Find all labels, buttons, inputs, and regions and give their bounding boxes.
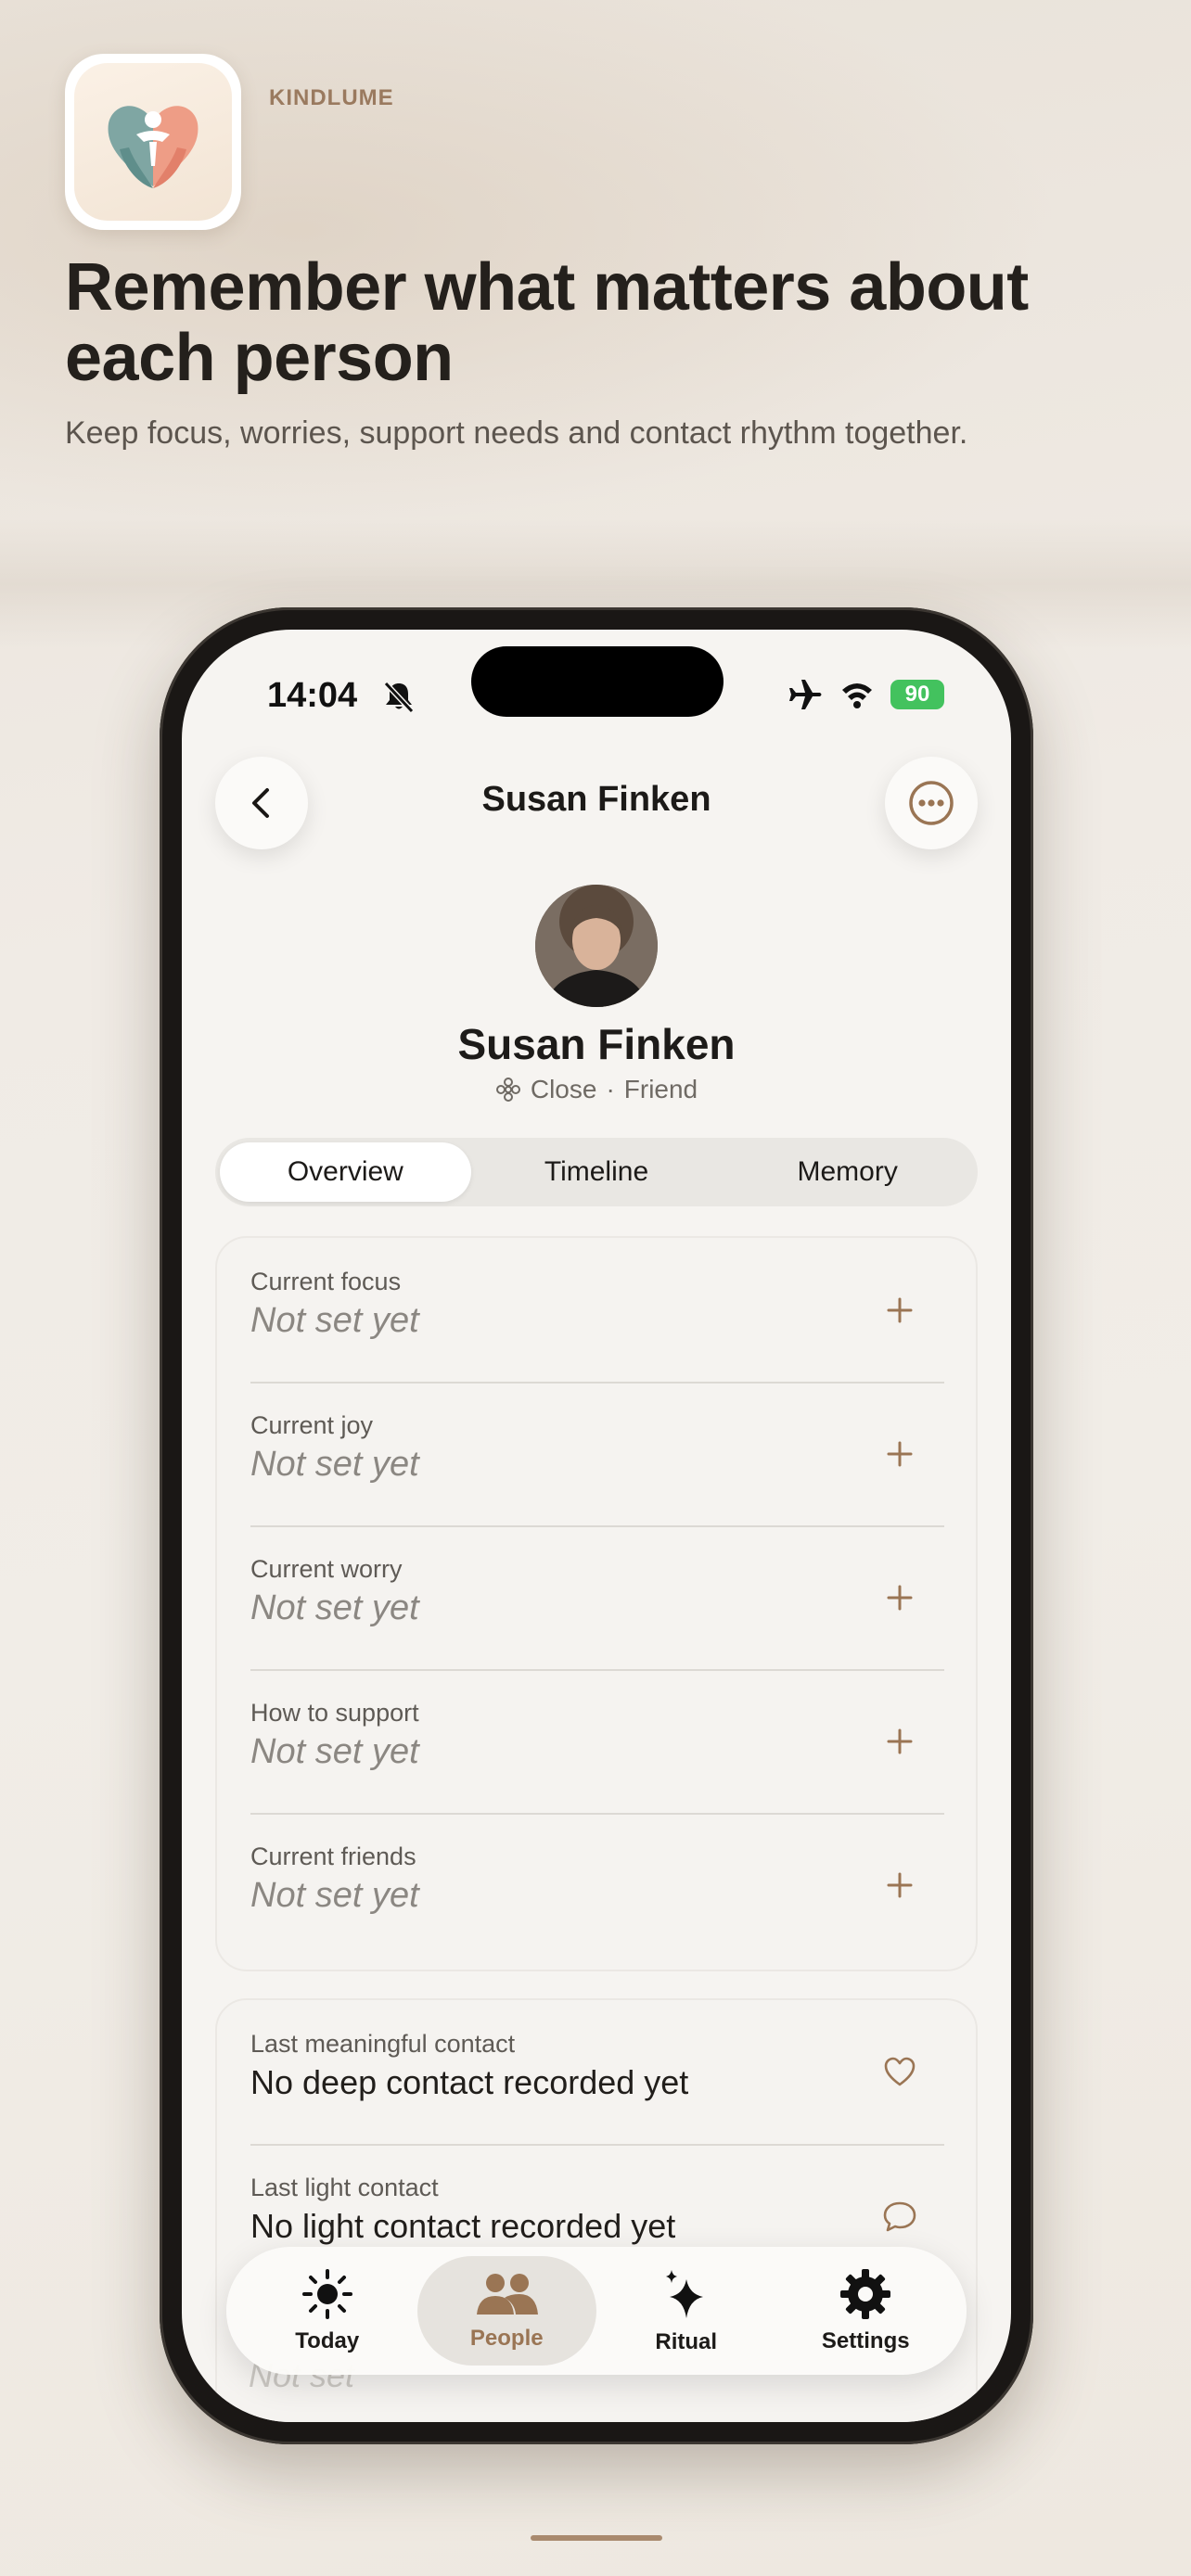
battery-indicator: 90 [890, 680, 944, 709]
profile-relation: Friend [623, 1075, 698, 1103]
profile-name: Susan Finken [457, 1020, 736, 1068]
bell-slash-icon [383, 681, 415, 714]
airplane-icon [789, 680, 822, 709]
overview-card: Current focus Not set yet Current joy No… [215, 1236, 978, 1971]
add-focus-button[interactable] [874, 1284, 926, 1336]
tab-bar: Today People Ritual Settings [226, 2247, 967, 2375]
add-support-button[interactable] [874, 1715, 926, 1767]
tabbar-label: Ritual [655, 2329, 718, 2354]
tabbar-item-people[interactable]: People [416, 2256, 596, 2366]
sparkles-icon [665, 2270, 703, 2318]
add-worry-button[interactable] [874, 1572, 926, 1624]
battery-level: 90 [904, 682, 930, 707]
profile-separator: · [606, 1075, 615, 1103]
dynamic-island [471, 646, 724, 717]
plus-icon [887, 1585, 913, 1611]
field-row-current-worry[interactable]: Current worry Not set yet [250, 1525, 944, 1669]
profile-circle: Close [530, 1075, 597, 1103]
gear-icon [840, 2269, 891, 2319]
heart-hands-logo [108, 106, 198, 188]
status-time: 14:04 [267, 676, 358, 715]
tabbar-item-settings[interactable]: Settings [776, 2256, 956, 2366]
tabbar-item-today[interactable]: Today [237, 2256, 417, 2366]
wifi-icon [842, 683, 872, 708]
avatar [535, 885, 658, 1007]
tabbar-label: Settings [821, 2328, 910, 2353]
log-light-contact-button[interactable] [874, 2190, 926, 2242]
avatar-photo [535, 885, 658, 1007]
field-label: Current focus [250, 1268, 402, 1295]
field-value: Not set yet [250, 1732, 419, 1771]
sun-icon [301, 2269, 352, 2319]
field-row-how-to-support[interactable]: How to support Not set yet [250, 1669, 944, 1813]
home-indicator [531, 2535, 662, 2541]
field-value: No deep contact recorded yet [250, 2063, 689, 2101]
brand-name: KINDLUME [269, 85, 394, 110]
flower-icon [495, 1078, 520, 1102]
chat-bubble-icon [883, 2201, 916, 2232]
people-icon [477, 2274, 539, 2315]
subheadline: Keep focus, worries, support needs and c… [65, 415, 968, 451]
headline: Remember what matters about each person [65, 250, 1029, 395]
tab-overview[interactable]: Overview [220, 1142, 471, 1202]
field-row-current-joy[interactable]: Current joy Not set yet [250, 1382, 944, 1525]
plus-icon [887, 1441, 913, 1467]
plus-icon [887, 1297, 913, 1323]
app-icon [65, 54, 241, 230]
field-label: Last meaningful contact [250, 2030, 516, 2058]
profile-meta: Close · Friend [182, 1075, 1011, 1104]
add-friends-button[interactable] [874, 1859, 926, 1911]
ellipsis-circle-icon [909, 781, 954, 825]
field-label: Current worry [250, 1555, 403, 1583]
field-label: Current friends [250, 1843, 416, 1870]
tab-timeline[interactable]: Timeline [471, 1142, 723, 1202]
field-label: Last light contact [250, 2174, 439, 2201]
log-deep-contact-button[interactable] [874, 2047, 926, 2098]
status-indicators: 90 [787, 674, 944, 715]
field-value: Not set yet [250, 1588, 419, 1627]
phone-screen: 14:04 90 Susan Finken Susan Finken Close… [182, 630, 1011, 2422]
contact-row-meaningful[interactable]: Last meaningful contact No deep contact … [250, 2000, 944, 2144]
tabbar-item-ritual[interactable]: Ritual [596, 2256, 776, 2366]
field-row-current-friends[interactable]: Current friends Not set yet [250, 1813, 944, 1957]
plus-icon [887, 1728, 913, 1754]
tabbar-label: People [469, 2326, 544, 2351]
tabbar-label: Today [295, 2328, 360, 2353]
more-options-button[interactable] [885, 757, 978, 849]
field-label: How to support [250, 1699, 419, 1727]
field-value: Not set yet [250, 1445, 419, 1484]
add-joy-button[interactable] [874, 1428, 926, 1480]
field-row-current-focus[interactable]: Current focus Not set yet [250, 1238, 944, 1382]
plus-icon [887, 1872, 913, 1898]
tab-memory[interactable]: Memory [722, 1142, 973, 1202]
field-value: Not set yet [250, 1876, 419, 1915]
field-label: Current joy [250, 1411, 374, 1439]
field-value: Not set yet [250, 1301, 419, 1340]
field-value: No light contact recorded yet [250, 2207, 676, 2245]
heart-icon [884, 2057, 916, 2086]
phone-frame: 14:04 90 Susan Finken Susan Finken Close… [160, 607, 1033, 2444]
segmented-control: Overview Timeline Memory [215, 1138, 978, 1206]
